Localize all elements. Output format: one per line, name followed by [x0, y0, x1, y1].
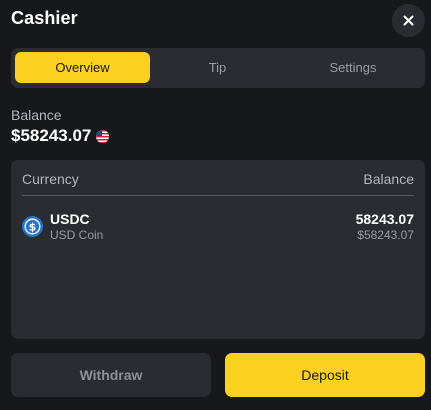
svg-text:$: $ [29, 221, 37, 234]
withdraw-button[interactable]: Withdraw [11, 353, 211, 397]
tab-tip[interactable]: Tip [150, 52, 285, 83]
currency-symbol: USDC [50, 211, 90, 227]
close-icon [403, 15, 414, 26]
us-flag-icon [96, 129, 110, 143]
balance-label: Balance [11, 107, 62, 123]
currency-panel: Currency Balance $ USDC USD Coin 58243.0… [11, 160, 425, 339]
currency-name: USD Coin [50, 228, 104, 242]
usdc-coin-icon: $ [22, 216, 43, 237]
tab-overview[interactable]: Overview [15, 52, 150, 83]
close-button[interactable] [392, 4, 425, 37]
table-row[interactable]: $ USDC USD Coin 58243.07 $58243.07 [22, 210, 414, 244]
table-header: Currency Balance [22, 171, 414, 195]
page-title: Cashier [11, 8, 78, 28]
divider [22, 195, 414, 196]
currency-fiat-value: $58243.07 [357, 228, 414, 242]
balance-summary: $58243.07 [11, 125, 110, 147]
deposit-button[interactable]: Deposit [225, 353, 425, 397]
balance-amount: $58243.07 [11, 126, 92, 145]
tab-settings[interactable]: Settings [285, 52, 421, 83]
column-header-currency: Currency [22, 171, 79, 187]
column-header-balance: Balance [363, 171, 414, 187]
currency-amount: 58243.07 [355, 211, 414, 227]
tab-bar: Overview Tip Settings [11, 48, 425, 88]
